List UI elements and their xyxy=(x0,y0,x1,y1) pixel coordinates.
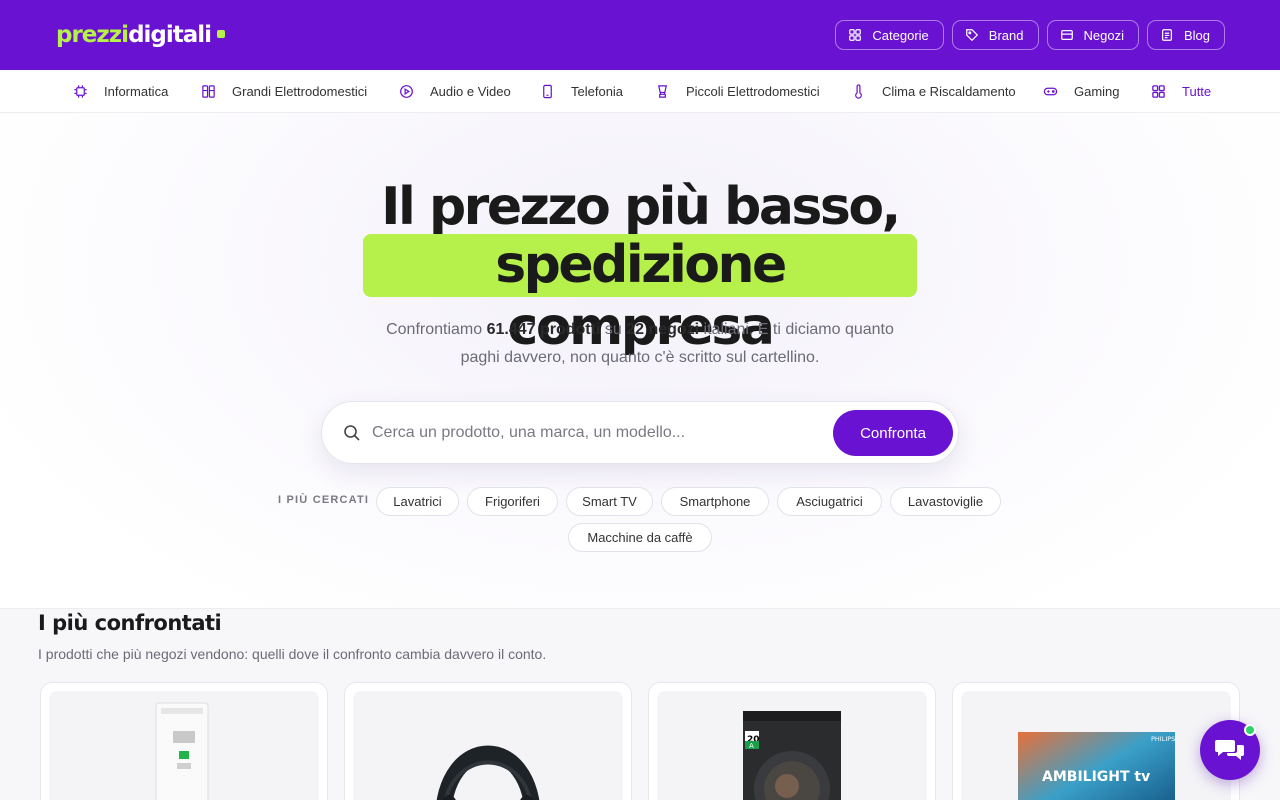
section-title: I più confrontati xyxy=(38,611,222,635)
popular-chip[interactable]: Lavatrici xyxy=(376,487,459,516)
hero-title-line1: Il prezzo più basso, xyxy=(381,177,901,237)
play-icon xyxy=(400,85,413,98)
category-grandi-elettrodomestici[interactable]: Grandi Elettrodomestici xyxy=(201,70,367,113)
popular-chip[interactable]: Macchine da caffè xyxy=(568,523,712,552)
product-card[interactable] xyxy=(344,682,632,800)
online-status-indicator xyxy=(1244,724,1256,736)
logo-dot xyxy=(217,30,226,38)
category-gaming[interactable]: Gaming xyxy=(1043,70,1120,113)
nav-brand-button[interactable]: Brand xyxy=(951,20,1039,50)
dryer-energy-class: A xyxy=(749,742,754,750)
popular-chip[interactable]: Lavastoviglie xyxy=(890,487,1001,516)
logo[interactable]: prezzi digitali xyxy=(56,22,226,48)
stores-count: 22 negozi xyxy=(626,321,700,338)
search-input[interactable] xyxy=(372,418,822,448)
product-image-headphones xyxy=(353,691,623,800)
phone-icon xyxy=(543,84,552,99)
category-audio-video[interactable]: Audio e Video xyxy=(399,70,511,113)
product-card[interactable]: 20 A xyxy=(648,682,936,800)
category-informatica[interactable]: Informatica xyxy=(73,70,168,113)
product-image-dryer: 20 A xyxy=(657,691,927,800)
nav-negozi-button[interactable]: Negozi xyxy=(1046,20,1139,50)
thermometer-icon xyxy=(855,84,862,99)
gamepad-icon xyxy=(1043,87,1058,96)
category-piccoli-elettrodomestici[interactable]: Piccoli Elettrodomestici xyxy=(655,70,820,113)
section-subtitle: I prodotti che più negozi vendono: quell… xyxy=(38,646,547,662)
popular-chip[interactable]: Asciugatrici xyxy=(777,487,882,516)
document-icon xyxy=(1161,29,1172,41)
products-count: 61.447 prodotti xyxy=(486,321,601,338)
category-telefonia[interactable]: Telefonia xyxy=(540,70,623,113)
grid-icon xyxy=(849,29,862,41)
chat-button[interactable] xyxy=(1200,720,1260,780)
product-image-washing-machine xyxy=(49,691,319,800)
popular-chip[interactable]: Frigoriferi xyxy=(467,487,558,516)
grid-icon xyxy=(1152,85,1165,98)
chip-icon xyxy=(74,85,87,98)
confronta-button[interactable]: Confronta xyxy=(833,410,953,456)
tag-icon xyxy=(965,29,978,42)
category-bar: Informatica Grandi Elettrodomestici Audi… xyxy=(0,70,1280,113)
tv-brand: PHILIPS xyxy=(1151,735,1175,743)
category-clima-riscaldamento[interactable]: Clima e Riscaldamento xyxy=(851,70,1016,113)
product-card[interactable]: PHILIPS AMBILIGHT tv xyxy=(952,682,1240,800)
fridge-icon xyxy=(202,85,215,98)
blender-icon xyxy=(657,85,668,98)
popular-searches-label: I PIÙ CERCATI xyxy=(278,494,370,506)
product-image-tv: PHILIPS AMBILIGHT tv xyxy=(961,691,1231,800)
search-bar: Confronta xyxy=(321,401,959,464)
nav-categorie-button[interactable]: Categorie xyxy=(835,20,944,50)
category-tutte[interactable]: Tutte xyxy=(1151,70,1211,113)
hero-subtitle: Confrontiamo 61.447 prodotti su 22 negoz… xyxy=(386,321,894,366)
store-icon xyxy=(1060,30,1073,40)
header: prezzi digitali Categorie Brand Negozi Bl… xyxy=(0,0,1280,70)
popular-chip[interactable]: Smart TV xyxy=(566,487,653,516)
hero-title-line2: spedizione compresa xyxy=(495,235,787,357)
chat-icon xyxy=(1215,740,1244,760)
tv-label: AMBILIGHT tv xyxy=(1042,769,1150,785)
top-nav: Categorie Brand Negozi Blog xyxy=(835,20,1225,50)
popular-chip[interactable]: Smartphone xyxy=(661,487,769,516)
product-card[interactable] xyxy=(40,682,328,800)
search-icon xyxy=(344,425,360,441)
nav-blog-button[interactable]: Blog xyxy=(1146,20,1225,50)
